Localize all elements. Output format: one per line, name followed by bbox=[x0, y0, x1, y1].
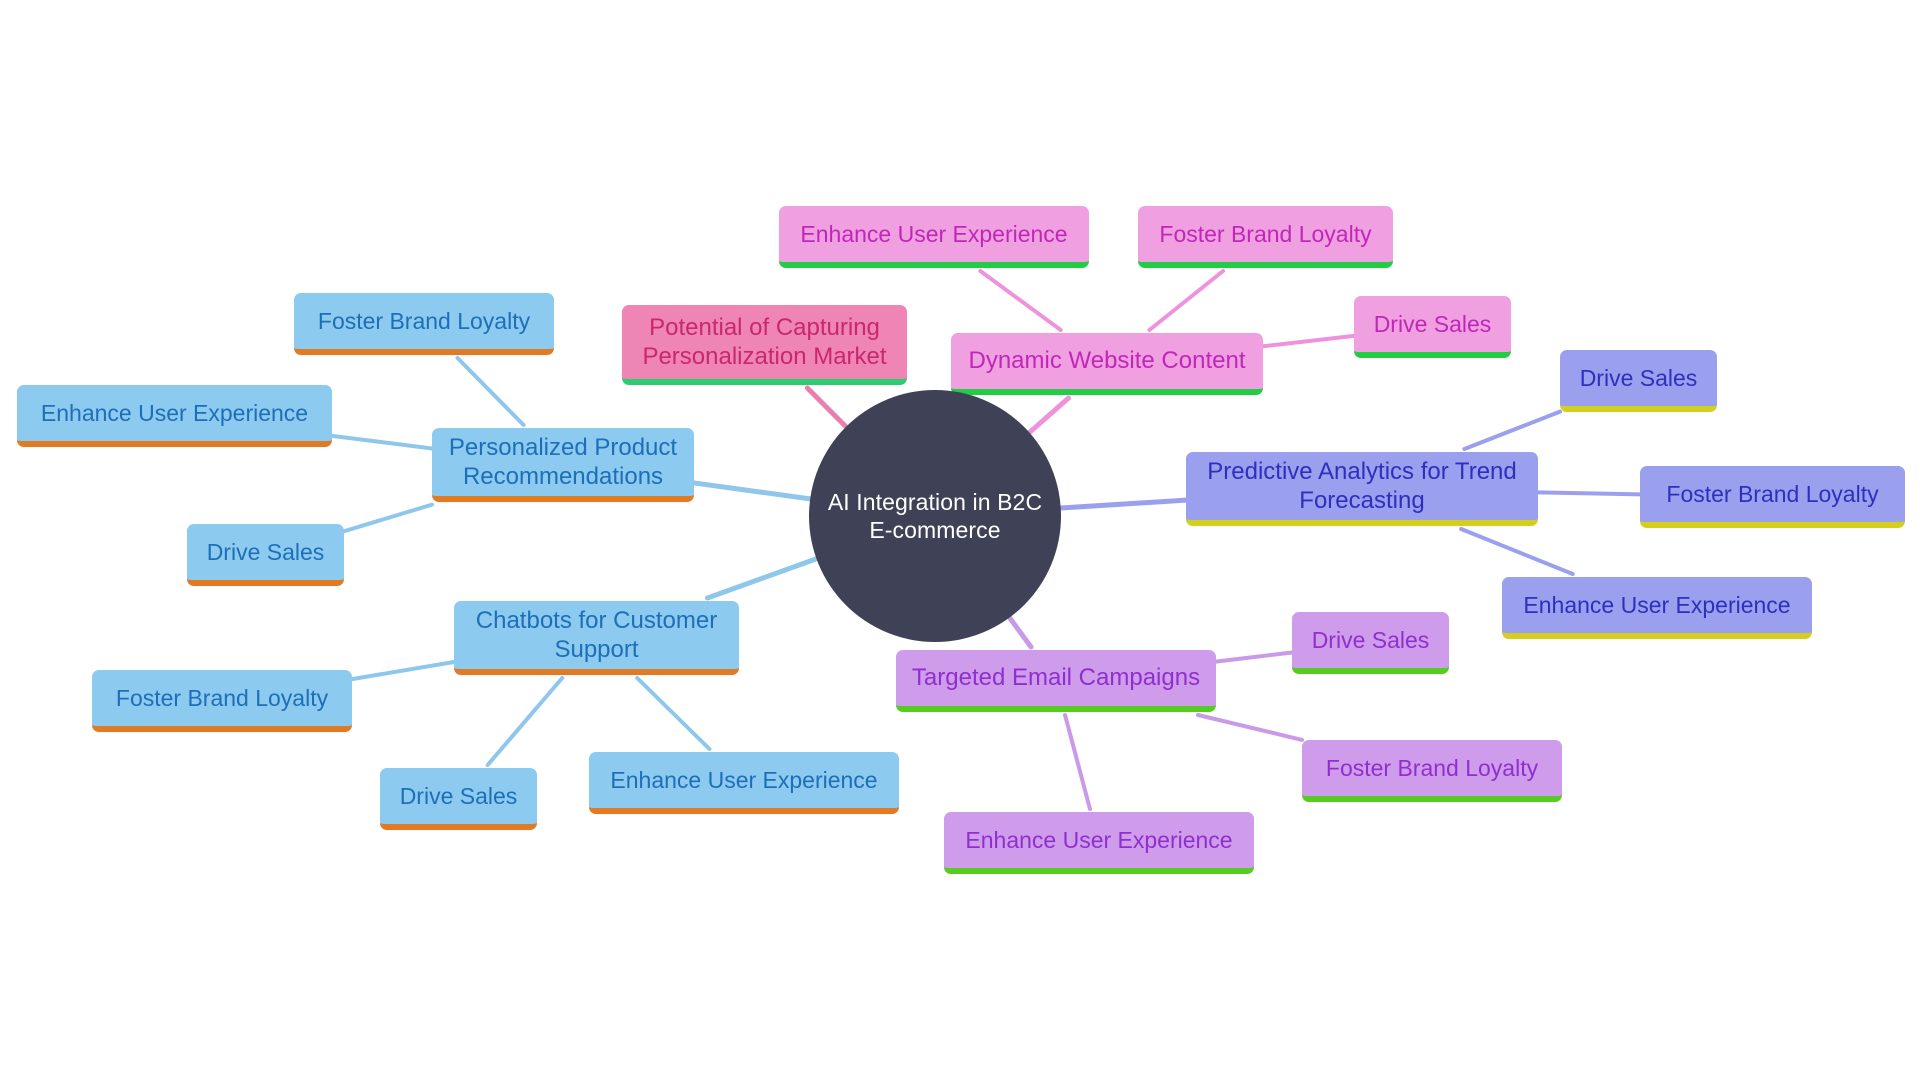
edge-root-to-email bbox=[1007, 615, 1034, 650]
edge-personalized-to-pp-enhance bbox=[330, 433, 434, 451]
edge-chatbots-to-cb-foster bbox=[350, 659, 456, 682]
leaf-node-te-enhance[interactable]: Enhance User Experience bbox=[944, 812, 1254, 874]
leaf-node-te-foster[interactable]: Foster Brand Loyalty bbox=[1302, 740, 1562, 802]
branch-node-dynamic[interactable]: Dynamic Website Content bbox=[951, 333, 1263, 395]
leaf-node-pa-foster[interactable]: Foster Brand Loyalty bbox=[1640, 466, 1905, 528]
edge-dynamic-to-dw-foster bbox=[1147, 269, 1226, 332]
edge-dynamic-to-dw-enhance bbox=[978, 269, 1063, 332]
branch-node-chatbots[interactable]: Chatbots for Customer Support bbox=[454, 601, 739, 675]
mindmap-canvas: AI Integration in B2C E-commerce Personal… bbox=[0, 0, 1920, 1080]
edge-root-to-potential bbox=[804, 385, 849, 430]
edge-root-to-chatbots bbox=[704, 556, 819, 601]
edge-chatbots-to-cb-drive bbox=[485, 676, 565, 767]
leaf-node-pp-foster[interactable]: Foster Brand Loyalty bbox=[294, 293, 554, 355]
leaf-node-te-drive[interactable]: Drive Sales bbox=[1292, 612, 1449, 674]
leaf-node-cb-enhance[interactable]: Enhance User Experience bbox=[589, 752, 899, 814]
edge-predictive-to-pa-foster bbox=[1536, 490, 1642, 497]
leaf-node-pa-enhance[interactable]: Enhance User Experience bbox=[1502, 577, 1812, 639]
edge-predictive-to-pa-enhance bbox=[1459, 527, 1575, 576]
leaf-node-cb-drive[interactable]: Drive Sales bbox=[380, 768, 537, 830]
leaf-node-cb-foster[interactable]: Foster Brand Loyalty bbox=[92, 670, 352, 732]
edge-personalized-to-pp-foster bbox=[455, 356, 526, 427]
leaf-node-dw-drive[interactable]: Drive Sales bbox=[1354, 296, 1511, 358]
edge-root-to-dynamic bbox=[1026, 395, 1072, 436]
leaf-node-pp-drive[interactable]: Drive Sales bbox=[187, 524, 344, 586]
edge-chatbots-to-cb-enhance bbox=[635, 676, 712, 751]
edge-dynamic-to-dw-drive bbox=[1261, 333, 1356, 349]
branch-node-potential[interactable]: Potential of Capturing Personalization M… bbox=[622, 305, 907, 385]
edge-personalized-to-pp-drive bbox=[342, 502, 434, 534]
leaf-node-dw-enhance[interactable]: Enhance User Experience bbox=[779, 206, 1089, 268]
branch-node-personalized[interactable]: Personalized Product Recommendations bbox=[432, 428, 694, 502]
branch-node-email[interactable]: Targeted Email Campaigns bbox=[896, 650, 1216, 712]
leaf-node-pa-drive[interactable]: Drive Sales bbox=[1560, 350, 1717, 412]
edge-root-to-personalized bbox=[691, 480, 813, 502]
root-node[interactable]: AI Integration in B2C E-commerce bbox=[809, 390, 1061, 642]
leaf-node-dw-foster[interactable]: Foster Brand Loyalty bbox=[1138, 206, 1393, 268]
edge-email-to-te-enhance bbox=[1063, 713, 1092, 811]
edge-email-to-te-drive bbox=[1214, 650, 1294, 664]
edge-email-to-te-foster bbox=[1196, 713, 1304, 742]
branch-node-predictive[interactable]: Predictive Analytics for Trend Forecasti… bbox=[1186, 452, 1538, 526]
edge-root-to-predictive bbox=[1058, 497, 1189, 511]
leaf-node-pp-enhance[interactable]: Enhance User Experience bbox=[17, 385, 332, 447]
edge-predictive-to-pa-drive bbox=[1462, 409, 1562, 451]
